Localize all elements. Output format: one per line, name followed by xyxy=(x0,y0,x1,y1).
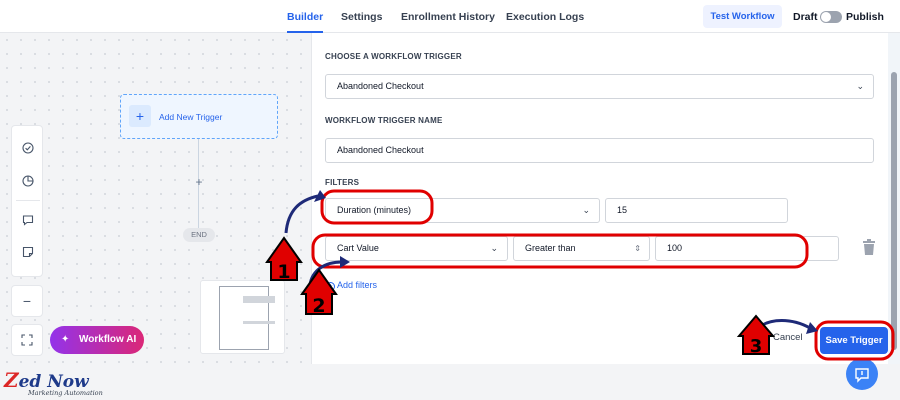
logo-tagline: Marketing Automation xyxy=(28,389,103,397)
cancel-button[interactable]: Cancel xyxy=(773,332,803,343)
filter-2-field-value: Cart Value xyxy=(337,243,379,253)
trigger-name-heading: WORKFLOW TRIGGER NAME xyxy=(325,116,443,125)
end-node: END xyxy=(183,228,215,242)
draft-label: Draft xyxy=(793,11,818,23)
canvas-toolbar xyxy=(11,125,43,277)
workflow-ai-label: Workflow AI xyxy=(79,334,137,345)
chevron-down-icon: ⌄ xyxy=(582,205,590,215)
zoom-out-icon[interactable]: − xyxy=(11,285,43,317)
toolbar-divider xyxy=(16,200,40,201)
plus-icon: + xyxy=(129,105,151,127)
trigger-node-label: Add New Trigger xyxy=(159,112,223,122)
tab-settings[interactable]: Settings xyxy=(341,0,382,33)
canvas-minimap[interactable] xyxy=(200,280,285,354)
add-circle-icon: + xyxy=(326,282,335,291)
toggle-knob xyxy=(821,12,831,22)
scrollbar-thumb[interactable] xyxy=(891,72,897,350)
expand-icon[interactable] xyxy=(11,324,43,356)
filter-1-field-value: Duration (minutes) xyxy=(337,205,412,215)
add-filters-label: Add filters xyxy=(337,280,378,290)
trigger-type-select[interactable]: Abandoned Checkout ⌄ xyxy=(325,74,874,99)
filter-2-value: 100 xyxy=(667,243,683,253)
chat-support-button[interactable] xyxy=(846,358,878,390)
tab-enrollment-history[interactable]: Enrollment History xyxy=(401,0,495,33)
chevron-down-icon: ⌄ xyxy=(856,81,864,91)
trigger-name-input[interactable]: Abandoned Checkout xyxy=(325,138,874,163)
filter-1-field-select[interactable]: Duration (minutes) ⌄ xyxy=(325,198,600,223)
chat-icon xyxy=(855,367,869,383)
add-filters-link[interactable]: + Add filters xyxy=(326,280,377,291)
top-navigation-bar: Builder Settings Enrollment History Exec… xyxy=(0,0,900,33)
filter-2-field-select[interactable]: Cart Value ⌄ xyxy=(325,236,508,261)
save-trigger-button[interactable]: Save Trigger xyxy=(820,327,888,354)
bottom-strip xyxy=(0,364,900,400)
trash-icon[interactable] xyxy=(862,239,876,256)
chevron-down-icon: ⌄ xyxy=(490,243,498,253)
add-new-trigger-node[interactable]: + Add New Trigger xyxy=(120,94,278,139)
sort-arrows-icon: ⇕ xyxy=(634,244,641,253)
add-action-button[interactable]: + xyxy=(191,174,207,190)
filter-2-operator-value: Greater than xyxy=(525,243,576,253)
zednow-logo: Zed Now Marketing Automation xyxy=(4,368,114,400)
trigger-type-value: Abandoned Checkout xyxy=(337,81,424,91)
filter-1-value: 15 xyxy=(617,205,628,215)
choose-trigger-heading: CHOOSE A WORKFLOW TRIGGER xyxy=(325,52,462,61)
sticky-note-icon[interactable] xyxy=(12,239,44,263)
trigger-name-value: Abandoned Checkout xyxy=(337,145,424,155)
test-workflow-button[interactable]: Test Workflow xyxy=(703,5,782,28)
filter-2-operator-select[interactable]: Greater than ⇕ xyxy=(513,236,650,261)
minimap-node xyxy=(243,321,275,324)
minimap-node xyxy=(243,296,275,303)
check-circle-icon[interactable] xyxy=(12,135,44,159)
comment-icon[interactable] xyxy=(12,207,44,231)
publish-toggle[interactable] xyxy=(820,11,842,23)
tab-execution-logs[interactable]: Execution Logs xyxy=(506,0,584,33)
tab-builder[interactable]: Builder xyxy=(287,0,324,33)
publish-label: Publish xyxy=(846,11,884,23)
filters-heading: FILTERS xyxy=(325,178,360,187)
workflow-ai-button[interactable]: ✦ Workflow AI xyxy=(50,326,144,354)
pie-chart-icon[interactable] xyxy=(12,168,44,192)
sparkle-icon: ✦ xyxy=(61,334,70,345)
filter-1-value-input[interactable]: 15 xyxy=(605,198,788,223)
filter-2-value-input[interactable]: 100 xyxy=(655,236,839,261)
